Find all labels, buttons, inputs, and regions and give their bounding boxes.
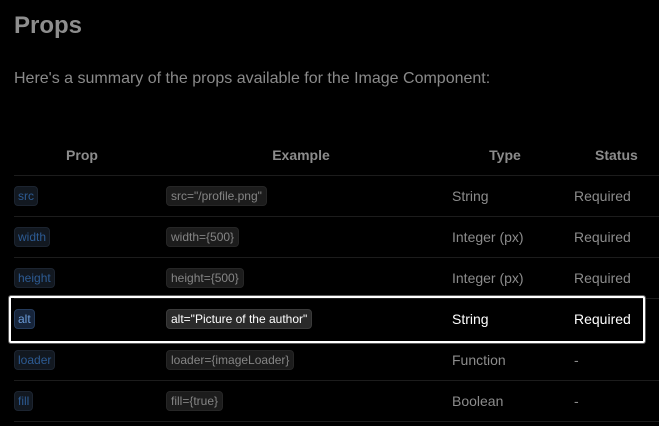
example-code: height={500}: [166, 268, 244, 288]
header-status: Status: [595, 147, 638, 163]
table-header: Prop Example Type Status: [14, 136, 659, 176]
status-cell: -: [574, 352, 579, 368]
header-type: Type: [489, 147, 521, 163]
prop-name[interactable]: width: [14, 227, 51, 247]
status-cell: Required: [574, 311, 631, 327]
table-row-highlighted: alt alt="Picture of the author" String R…: [14, 299, 659, 340]
intro-text: Here's a summary of the props available …: [14, 70, 491, 87]
props-table: Prop Example Type Status src src="/profi…: [14, 136, 659, 422]
page-title: Props: [14, 12, 83, 39]
type-cell: String: [452, 311, 489, 327]
table-row: fill fill={true} Boolean -: [14, 381, 659, 422]
table-row: loader loader={imageLoader} Function -: [14, 340, 659, 381]
example-code: src="/profile.png": [166, 186, 267, 206]
prop-name[interactable]: fill: [14, 391, 34, 411]
type-cell: Function: [452, 352, 506, 368]
status-cell: Required: [574, 188, 631, 204]
table-row: width width={500} Integer (px) Required: [14, 217, 659, 258]
header-example: Example: [272, 147, 330, 163]
example-code: width={500}: [166, 227, 240, 247]
status-cell: -: [574, 393, 579, 409]
type-cell: Integer (px): [452, 229, 524, 245]
prop-name[interactable]: loader: [14, 350, 56, 370]
example-code: alt="Picture of the author": [166, 309, 313, 329]
prop-name[interactable]: src: [14, 186, 38, 206]
table-row: src src="/profile.png" String Required: [14, 176, 659, 217]
table-row: height height={500} Integer (px) Require…: [14, 258, 659, 299]
example-code: fill={true}: [166, 391, 224, 411]
type-cell: Integer (px): [452, 270, 524, 286]
example-code: loader={imageLoader}: [166, 350, 295, 370]
prop-name[interactable]: alt: [14, 309, 35, 329]
status-cell: Required: [574, 229, 631, 245]
type-cell: String: [452, 188, 489, 204]
status-cell: Required: [574, 270, 631, 286]
header-prop: Prop: [66, 147, 98, 163]
prop-name[interactable]: height: [14, 268, 55, 288]
type-cell: Boolean: [452, 393, 504, 409]
